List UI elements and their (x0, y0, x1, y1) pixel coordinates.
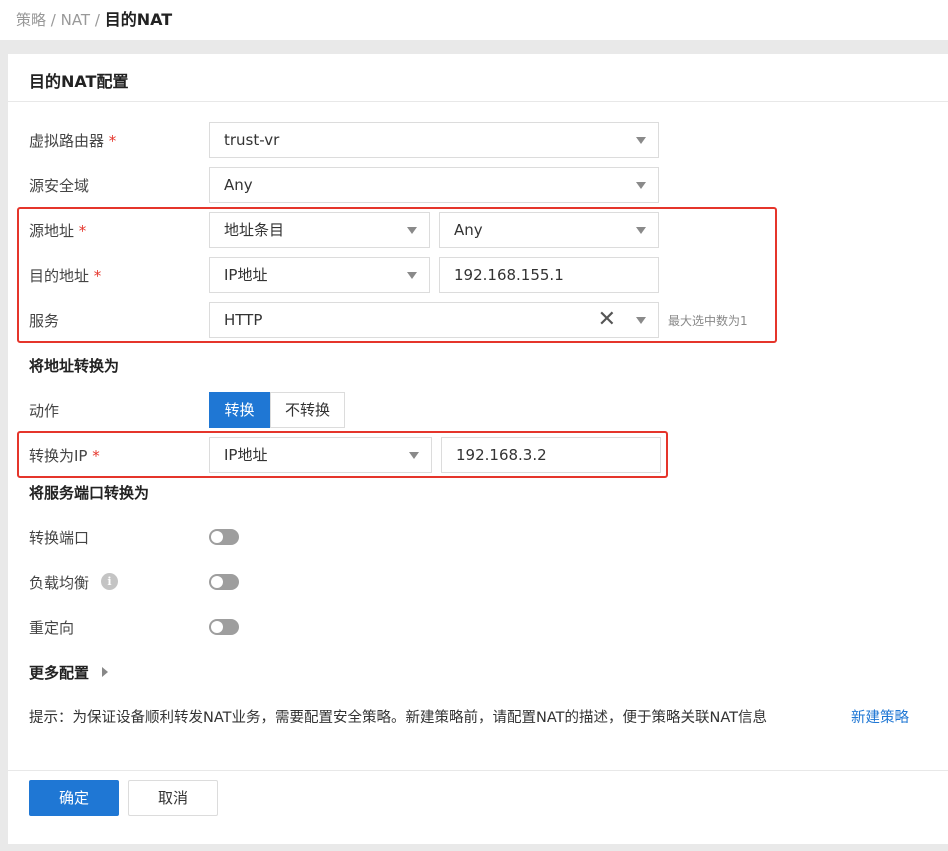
required-mark: * (78, 222, 87, 240)
breadcrumb-item-policy[interactable]: 策略 (16, 11, 46, 29)
breadcrumb-item-nat[interactable]: NAT (61, 11, 90, 29)
translate-ip-type-value: IP地址 (224, 446, 268, 464)
caret-down-icon (636, 182, 646, 189)
source-address-label-text: 源地址 (29, 222, 75, 240)
footer-divider (8, 770, 948, 771)
dnat-config-card: 目的NAT配置 虚拟路由器 * trust-vr 源安全域 Any 源地址 * … (8, 54, 948, 844)
cancel-button[interactable]: 取消 (128, 780, 218, 816)
source-address-label: 源地址 * (29, 220, 86, 241)
source-zone-label: 源安全域 (29, 177, 90, 195)
virtual-router-select[interactable]: trust-vr (209, 122, 659, 158)
load-balance-toggle[interactable] (209, 574, 239, 590)
caret-right-icon[interactable] (102, 667, 108, 677)
translate-ip-input[interactable]: 192.168.3.2 (441, 437, 661, 473)
breadcrumb: 策略 / NAT / 目的NAT (0, 0, 948, 40)
translate-port-title: 将服务端口转换为 (29, 484, 150, 502)
tip-text: 提示：为保证设备顺利转发NAT业务，需要配置安全策略。新建策略前，请配置NAT的… (29, 710, 767, 726)
source-address-type-select[interactable]: 地址条目 (209, 212, 430, 248)
translate-port-label: 转换端口 (29, 529, 90, 547)
dest-address-label-text: 目的地址 (29, 267, 90, 285)
ok-button[interactable]: 确定 (29, 780, 119, 816)
toggle-knob (211, 576, 223, 588)
required-mark: * (108, 132, 117, 150)
toggle-knob (211, 531, 223, 543)
card-title: 目的NAT配置 (8, 54, 948, 102)
virtual-router-label-text: 虚拟路由器 (29, 132, 105, 150)
dest-address-label: 目的地址 * (29, 265, 101, 286)
action-translate-option[interactable]: 转换 (209, 392, 270, 428)
caret-down-icon (407, 272, 417, 279)
required-mark: * (93, 267, 102, 285)
source-zone-value: Any (224, 176, 253, 194)
dest-address-value: 192.168.155.1 (454, 266, 564, 284)
translate-ip-value: 192.168.3.2 (456, 446, 547, 464)
breadcrumb-separator: / (46, 11, 61, 29)
action-label: 动作 (29, 402, 60, 420)
source-address-type-value: 地址条目 (224, 221, 285, 239)
translate-ip-label-text: 转换为IP (29, 447, 88, 465)
dest-address-input[interactable]: 192.168.155.1 (439, 257, 659, 293)
service-select[interactable]: HTTP ✕ (209, 302, 659, 338)
load-balance-label: 负载均衡 (29, 574, 90, 592)
translate-port-toggle[interactable] (209, 529, 239, 545)
caret-down-icon (407, 227, 417, 234)
virtual-router-value: trust-vr (224, 131, 280, 149)
source-zone-select[interactable]: Any (209, 167, 659, 203)
toggle-knob (211, 621, 223, 633)
dest-address-type-select[interactable]: IP地址 (209, 257, 430, 293)
info-icon[interactable]: i (101, 573, 118, 590)
redirect-toggle[interactable] (209, 619, 239, 635)
breadcrumb-current: 目的NAT (104, 10, 173, 29)
caret-down-icon (409, 452, 419, 459)
service-label: 服务 (29, 312, 60, 330)
more-config-label: 更多配置 (29, 664, 90, 682)
source-address-value: Any (454, 221, 483, 239)
virtual-router-label: 虚拟路由器 * (29, 130, 116, 151)
service-max-hint: 最大选中数为1 (668, 314, 748, 328)
breadcrumb-separator: / (90, 11, 105, 29)
caret-down-icon (636, 137, 646, 144)
translate-ip-type-select[interactable]: IP地址 (209, 437, 432, 473)
action-no-translate-option[interactable]: 不转换 (270, 392, 345, 428)
new-policy-link[interactable]: 新建策略 (851, 706, 909, 727)
dest-address-type-value: IP地址 (224, 266, 268, 284)
service-value: HTTP (224, 311, 263, 329)
caret-down-icon (636, 227, 646, 234)
translate-address-title: 将地址转换为 (29, 357, 120, 375)
source-address-select[interactable]: Any (439, 212, 659, 248)
clear-icon[interactable]: ✕ (598, 303, 616, 337)
redirect-label: 重定向 (29, 619, 75, 637)
translate-ip-label: 转换为IP * (29, 445, 100, 466)
caret-down-icon (636, 317, 646, 324)
required-mark: * (92, 447, 100, 465)
more-config-toggle[interactable]: 更多配置 (29, 662, 89, 683)
